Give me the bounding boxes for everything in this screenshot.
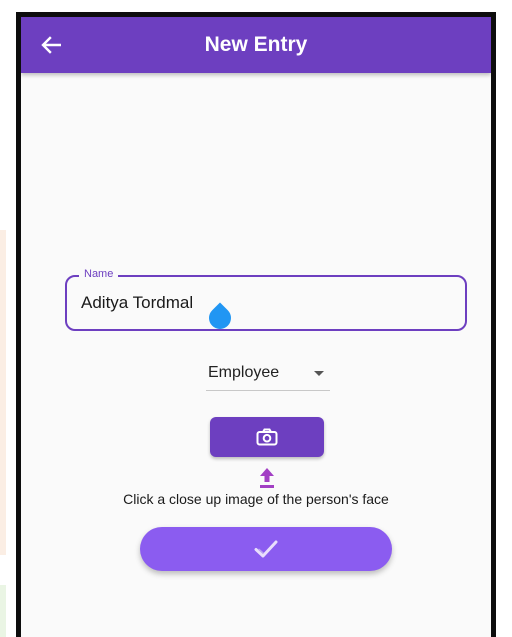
page-title: New Entry bbox=[204, 33, 308, 56]
photo-instruction-text: Click a close up image of the person's f… bbox=[123, 491, 389, 507]
camera-button[interactable] bbox=[210, 417, 324, 457]
upload-icon bbox=[260, 468, 274, 488]
outer-top-strip bbox=[0, 0, 512, 12]
name-field-label: Name bbox=[79, 268, 119, 280]
role-selected-value: Employee bbox=[208, 364, 280, 381]
outer-left-strip bbox=[0, 0, 16, 637]
app-bar: New Entry bbox=[21, 17, 491, 73]
chevron-down-icon bbox=[314, 371, 324, 376]
app-screen: New Entry Name Employee Click a close up… bbox=[21, 17, 491, 637]
background-tint bbox=[0, 230, 6, 555]
camera-icon bbox=[256, 428, 278, 446]
role-dropdown[interactable]: Employee bbox=[206, 357, 330, 391]
name-field[interactable]: Name bbox=[65, 268, 467, 334]
background-tint bbox=[0, 585, 6, 637]
name-input[interactable] bbox=[81, 291, 451, 315]
check-icon bbox=[254, 540, 278, 558]
submit-button[interactable] bbox=[140, 527, 392, 571]
phone-frame: New Entry Name Employee Click a close up… bbox=[16, 12, 496, 637]
